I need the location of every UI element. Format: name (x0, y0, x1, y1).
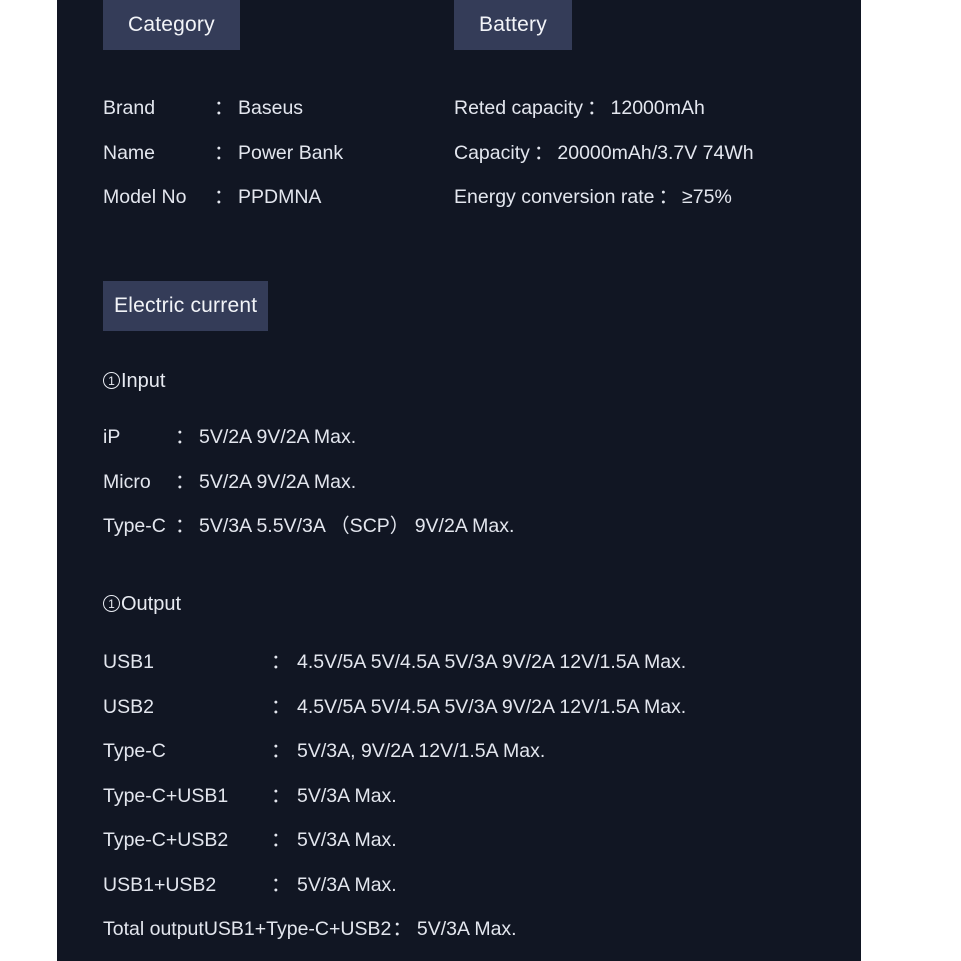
table-row: iP ： 5V/2A 9V/2A Max. (103, 420, 514, 465)
input-heading: 1 Input (103, 370, 165, 393)
row-label: Capacity (454, 141, 530, 164)
row-colon: ： (214, 186, 234, 208)
table-row: USB2 ： 4.5V/5A 5V/4.5A 5V/3A 9V/2A 12V/1… (103, 690, 686, 735)
table-row: Capacity ： 20000mAh/3.7V 74Wh (454, 136, 754, 181)
row-colon: ： (271, 784, 291, 807)
row-value: 5V/3A Max. (297, 829, 397, 851)
row-label: Type-C+USB1 (103, 784, 229, 807)
row-value: 4.5V/5A 5V/4.5A 5V/3A 9V/2A 12V/1.5A Max… (297, 651, 687, 673)
row-label: Type-C+USB2 (103, 829, 229, 851)
output-rows: USB1 ： 4.5V/5A 5V/4.5A 5V/3A 9V/2A 12V/1… (103, 645, 686, 957)
row-label: Name (103, 141, 156, 164)
row-value: 5V/2A 9V/2A Max. (199, 470, 357, 493)
row-colon: ： (271, 695, 291, 718)
table-row: Reted capacity ： 12000mAh (454, 91, 754, 136)
row-label: Type-C (103, 740, 166, 762)
row-label: USB2 (103, 695, 154, 718)
row-value: 5V/3A Max. (416, 918, 517, 940)
table-row: Energy conversion rate ： ≥75% (454, 180, 754, 225)
table-row: Type-C ： 5V/3A 5.5V/3A （SCP） 9V/2A Max. (103, 509, 514, 554)
row-value: ≥75% (682, 186, 732, 208)
row-label: Reted capacity (454, 97, 583, 119)
row-label: Micro (103, 470, 151, 493)
row-value: 5V/3A 5.5V/3A （SCP） 9V/2A Max. (199, 515, 515, 537)
row-value: Baseus (238, 97, 304, 119)
table-row: Type-C+USB2 ： 5V/3A Max. (103, 823, 686, 868)
row-colon: ： (392, 918, 412, 940)
category-badge: Category (103, 0, 240, 50)
battery-column: Battery Reted capacity ： 12000mAh Capaci… (454, 0, 754, 225)
row-value: 5V/3A, 9V/2A 12V/1.5A Max. (297, 740, 546, 762)
row-colon: ： (271, 651, 291, 673)
electric-current-section: Electric current (103, 281, 269, 331)
input-heading-label: Input (121, 370, 166, 392)
row-colon: ： (587, 97, 607, 119)
row-label: Energy conversion rate (454, 186, 655, 208)
table-row: Type-C+USB1 ： 5V/3A Max. (103, 779, 686, 824)
output-heading: 1 Output (103, 593, 181, 616)
product-spec-panel: Category Brand ： Baseus Name ： Power Ban… (57, 0, 861, 961)
electric-current-badge: Electric current (103, 281, 269, 331)
battery-rows: Reted capacity ： 12000mAh Capacity ： 200… (454, 91, 754, 225)
row-label: iP (103, 426, 121, 448)
row-value: 5V/3A Max. (297, 784, 397, 807)
row-colon: ： (533, 141, 554, 164)
row-label: Total outputUSB1+Type-C+USB2 (103, 918, 392, 940)
row-value: PPDMNA (238, 186, 322, 208)
table-row: USB1 ： 4.5V/5A 5V/4.5A 5V/3A 9V/2A 12V/1… (103, 645, 686, 690)
row-label: Model No (103, 186, 187, 208)
row-value: 5V/3A Max. (297, 873, 397, 896)
row-value: 20000mAh/3.7V 74Wh (557, 141, 754, 164)
row-label: USB1+USB2 (103, 873, 217, 896)
input-rows: iP ： 5V/2A 9V/2A Max. Micro ： 5V/2A 9V/2… (103, 420, 514, 554)
row-label: Type-C (103, 515, 166, 537)
table-row: Total outputUSB1+Type-C+USB2 ： 5V/3A Max… (103, 912, 686, 957)
row-label: USB1 (103, 651, 154, 673)
table-row: Micro ： 5V/2A 9V/2A Max. (103, 465, 514, 510)
row-colon: ： (271, 740, 291, 762)
row-value: 12000mAh (610, 97, 705, 119)
row-value: Power Bank (238, 141, 344, 164)
row-colon: ： (175, 470, 195, 493)
category-rows: Brand ： Baseus Name ： Power Bank Model N… (103, 91, 343, 225)
row-colon: ： (271, 829, 291, 851)
circled-one-icon: 1 (103, 595, 120, 612)
row-colon: ： (271, 873, 291, 896)
row-value: 5V/2A 9V/2A Max. (199, 426, 357, 448)
category-column: Category Brand ： Baseus Name ： Power Ban… (103, 0, 343, 225)
table-row: Type-C ： 5V/3A, 9V/2A 12V/1.5A Max. (103, 734, 686, 779)
row-colon: ： (214, 141, 234, 164)
circled-one-icon: 1 (103, 372, 120, 389)
row-colon: ： (175, 426, 195, 448)
battery-badge: Battery (454, 0, 572, 50)
table-row: Model No ： PPDMNA (103, 180, 343, 225)
row-label: Brand (103, 97, 156, 119)
row-colon: ： (175, 515, 195, 537)
row-colon: ： (214, 97, 234, 119)
output-heading-label: Output (121, 593, 182, 615)
row-value: 4.5V/5A 5V/4.5A 5V/3A 9V/2A 12V/1.5A Max… (297, 695, 687, 718)
row-colon: ： (658, 186, 679, 208)
table-row: Name ： Power Bank (103, 136, 343, 181)
table-row: Brand ： Baseus (103, 91, 343, 136)
table-row: USB1+USB2 ： 5V/3A Max. (103, 868, 686, 913)
